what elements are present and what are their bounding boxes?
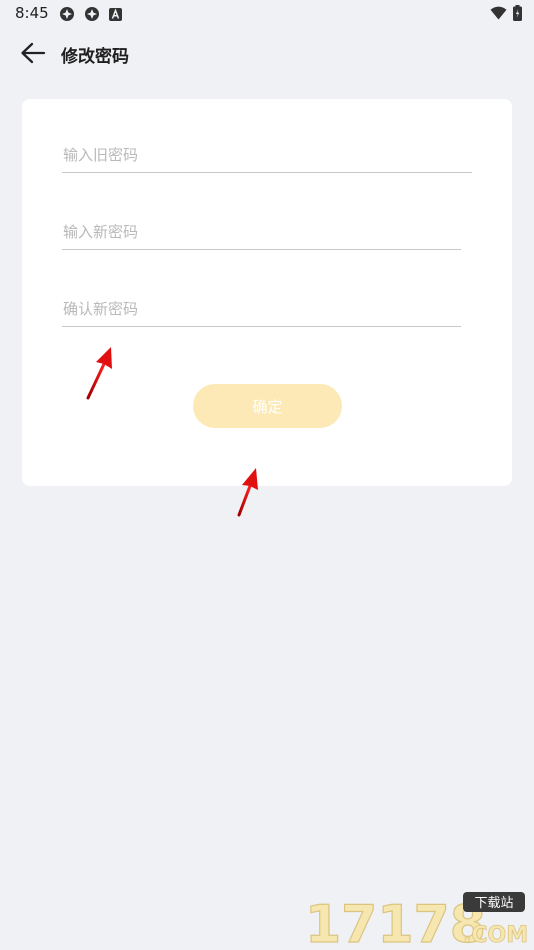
confirm-button[interactable]: 确定 — [193, 384, 342, 428]
status-bar: 8:45 — [0, 0, 534, 28]
old-password-field — [62, 138, 473, 173]
arrow-left-icon — [21, 42, 46, 64]
new-password-field — [62, 215, 462, 250]
status-time: 8:45 — [15, 4, 49, 22]
new-password-input[interactable] — [62, 215, 462, 249]
password-form-card: 确定 — [22, 99, 512, 486]
old-password-input[interactable] — [62, 138, 473, 172]
confirm-password-input[interactable] — [62, 292, 462, 326]
watermark-suffix: .COM — [463, 923, 528, 948]
a-icon — [109, 8, 122, 21]
notification-icon — [60, 7, 74, 21]
wifi-icon — [490, 6, 507, 20]
page-title: 修改密码 — [61, 47, 129, 67]
confirm-password-field — [62, 292, 462, 327]
annotation-arrow — [86, 347, 112, 400]
site-watermark: 17178 下载站 .COM — [304, 892, 528, 948]
watermark-badge: 下载站 — [474, 896, 513, 911]
notification-icon — [85, 7, 99, 21]
back-button[interactable] — [16, 38, 50, 68]
annotation-arrow — [237, 468, 258, 517]
battery-icon — [513, 5, 522, 21]
app-bar: 修改密码 — [0, 28, 534, 80]
watermark-number: 17178 — [305, 895, 486, 948]
